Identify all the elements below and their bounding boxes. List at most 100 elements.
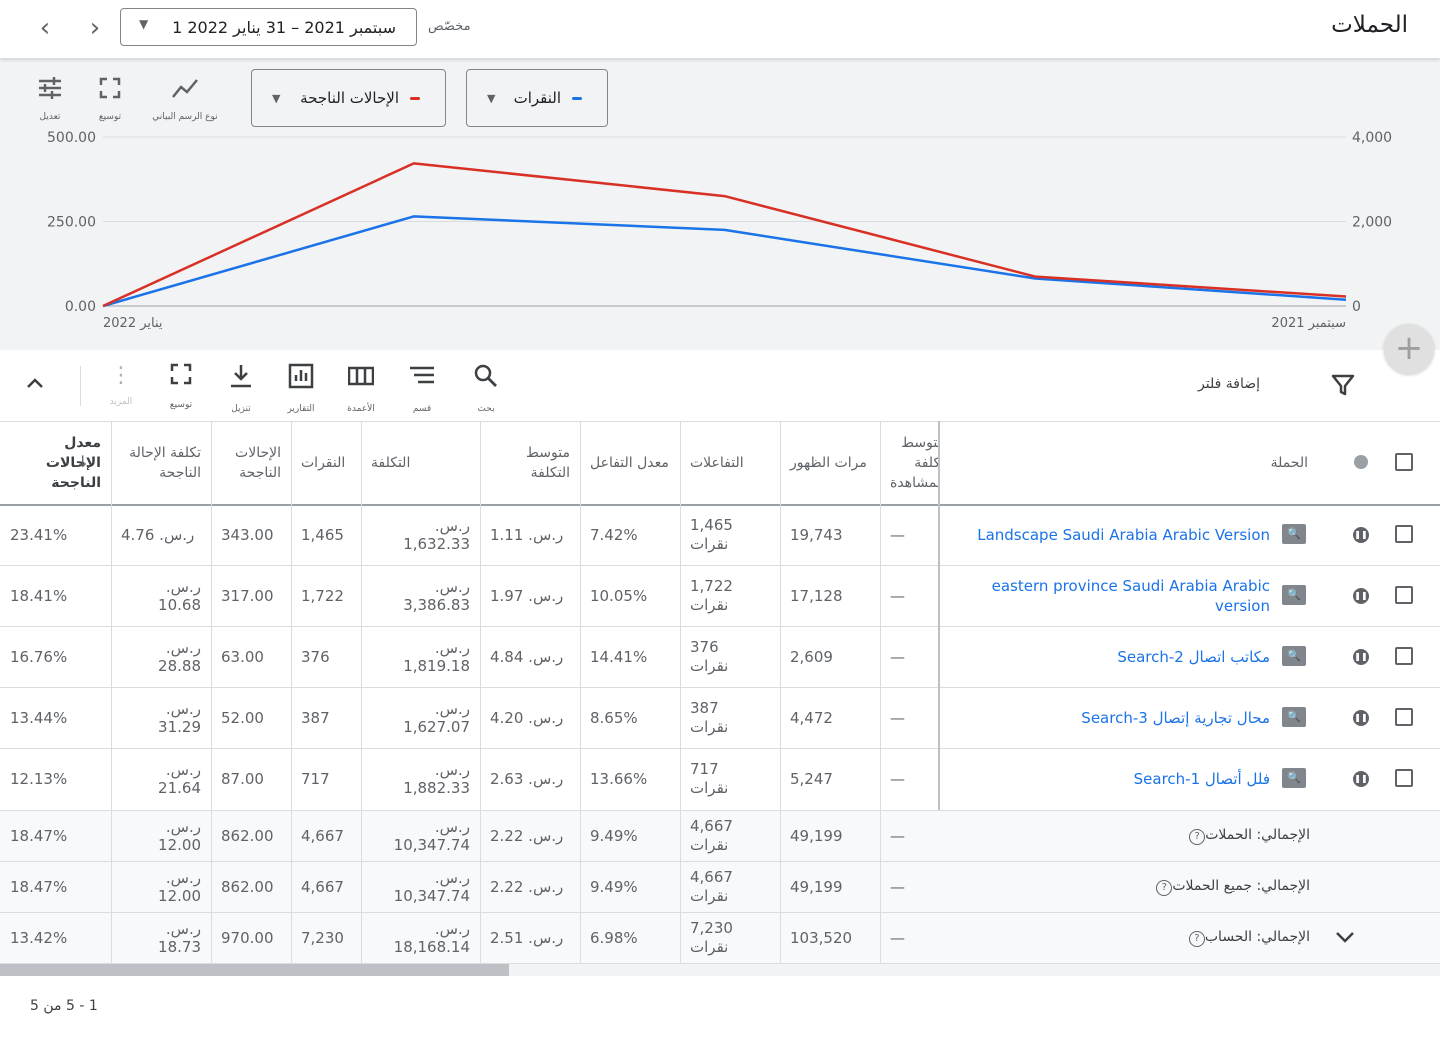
- row-5-impressions: 5,247: [790, 769, 833, 788]
- sort-descending-icon[interactable]: ↓: [76, 452, 89, 471]
- expand-more-icon[interactable]: [1334, 926, 1356, 952]
- row-3-conversions: 63.00: [221, 647, 264, 666]
- column-header-clicks[interactable]: النقرات: [291, 421, 361, 504]
- totals-row-2-clicks: 4,667: [301, 877, 344, 896]
- campaign-name-link[interactable]: Search-3 محال تجارية إتصال: [958, 687, 1270, 748]
- date-range-picker[interactable]: ▼ 1 سبتمبر 2021 – 31 يناير 2022: [120, 8, 417, 46]
- row-2-interactions: 1,722 نقرات: [680, 565, 780, 626]
- search-campaign-icon: 🔍: [1282, 524, 1306, 544]
- expand-table-button[interactable]: توسيع: [156, 363, 206, 410]
- campaign-name[interactable]: Search-1 فلل أتصال: [1134, 769, 1270, 789]
- row-checkbox[interactable]: [1395, 525, 1413, 543]
- campaign-name[interactable]: Search-2 مكاتب اتصال: [1117, 647, 1270, 667]
- row-2-cost-per-conv: ر.س. 10.68: [158, 577, 201, 614]
- pagination-text: 1 - 5 من 5: [30, 998, 98, 1014]
- right-axis-tick-label: 2,000: [1352, 215, 1392, 231]
- columns-button[interactable]: الأعمدة: [336, 363, 386, 414]
- add-button[interactable]: +: [1384, 324, 1434, 374]
- column-header-conversions[interactable]: الإحالات الناجحة: [211, 421, 291, 504]
- horizontal-scrollbar[interactable]: [0, 964, 509, 976]
- download-label: تنزيل: [231, 404, 251, 414]
- column-header-interaction-rate[interactable]: معدل التفاعل: [580, 421, 680, 504]
- totals-row-1-clicks: 4,667: [301, 826, 344, 845]
- segment-button[interactable]: قسم: [397, 363, 447, 414]
- row-checkbox[interactable]: [1395, 586, 1413, 604]
- more-button[interactable]: ⋮ المزيد: [96, 363, 146, 407]
- campaign-name-link[interactable]: Landscape Saudi Arabia Arabic Version: [958, 504, 1270, 565]
- totals-row-1-conversions: 862.00: [221, 826, 274, 845]
- totals-row-1-conv-rate: 18.47%: [10, 826, 68, 845]
- row-checkbox[interactable]: [1395, 708, 1413, 726]
- interactions-unit: نقرات: [690, 717, 729, 736]
- totals-row-2-impressions: 49,199: [790, 877, 843, 896]
- row-2-cost: ر.س. 3,386.83: [403, 577, 470, 614]
- chevron-right-icon[interactable]: ›: [80, 14, 110, 44]
- column-divider: [780, 421, 781, 963]
- top-bar: الحملات ‹ › ▼ 1 سبتمبر 2021 – 31 يناير 2…: [0, 0, 1440, 59]
- expand-icon: [156, 363, 206, 392]
- row-checkbox[interactable]: [1395, 647, 1413, 665]
- campaign-name-link[interactable]: Search-2 مكاتب اتصال: [958, 626, 1270, 687]
- row-divider: [0, 861, 1440, 862]
- column-header-campaign[interactable]: الحملة: [938, 421, 1318, 504]
- collapse-icon[interactable]: [24, 372, 46, 398]
- add-filter-link[interactable]: إضافة فلتر: [1180, 376, 1260, 392]
- interactions-value: 4,667: [690, 867, 733, 886]
- left-axis-tick-label: 250.00: [47, 215, 96, 231]
- toolbar-divider: [80, 366, 81, 406]
- column-header-conv-rate[interactable]: معدل الإحالات الناجحة: [0, 421, 111, 504]
- search-button[interactable]: بحث: [461, 363, 511, 414]
- campaign-name[interactable]: eastern province Saudi Arabia Arabic ver…: [958, 576, 1270, 616]
- row-1-interaction-rate: 7.42%: [590, 525, 638, 544]
- totals-label-text: الإجمالي: الحساب: [1204, 929, 1310, 945]
- column-header-cost-per-conv[interactable]: تكلفة الإحالة الناجحة: [111, 421, 211, 504]
- row-1-interactions: 1,465 نقرات: [680, 504, 780, 565]
- campaign-name[interactable]: Landscape Saudi Arabia Arabic Version: [977, 525, 1270, 545]
- totals-row-3-conversions: 970.00: [221, 928, 274, 947]
- totals-row-3-clicks: 7,230: [301, 928, 344, 947]
- campaign-name-link[interactable]: Search-1 فلل أتصال: [958, 748, 1270, 809]
- totals-row-2-avg-cost: ر.س. 2.22: [490, 877, 564, 896]
- totals-row-1-interactions: 4,667 نقرات: [680, 810, 780, 861]
- totals-row-2-interactions: 4,667 نقرات: [680, 861, 780, 912]
- column-divider: [580, 421, 581, 963]
- series-line-clicks: [102, 215, 1347, 308]
- chevron-left-icon[interactable]: ‹: [30, 14, 60, 44]
- row-3-avg-cost: ر.س. 4.84: [490, 647, 564, 666]
- row-divider: [0, 748, 1440, 749]
- reports-button[interactable]: التقارير: [276, 363, 326, 414]
- expand-table-label: توسيع: [169, 400, 193, 410]
- totals-row-2-cost: ر.س. 10,347.74: [393, 868, 470, 905]
- search-campaign-icon: 🔍: [1282, 707, 1306, 727]
- interactions-unit: نقرات: [690, 886, 729, 905]
- column-divider: [680, 421, 681, 963]
- campaign-name[interactable]: Search-3 محال تجارية إتصال: [1081, 708, 1270, 728]
- row-1-conv-rate: 23.41%: [10, 525, 68, 544]
- campaign-name-link[interactable]: eastern province Saudi Arabia Arabic ver…: [958, 565, 1270, 626]
- right-axis-tick-label: 0: [1352, 299, 1361, 315]
- interactions-unit: نقرات: [690, 534, 729, 553]
- column-header-interactions[interactable]: التفاعلات: [680, 421, 780, 504]
- row-1-impressions: 19,743: [790, 525, 843, 544]
- row-checkbox[interactable]: [1395, 769, 1413, 787]
- download-button[interactable]: تنزيل: [216, 363, 266, 414]
- interactions-unit: نقرات: [690, 595, 729, 614]
- help-icon[interactable]: ?: [1189, 829, 1206, 845]
- column-header-avg-cost[interactable]: متوسط التكلفة: [480, 421, 580, 504]
- paused-status-icon: ❚❚: [1353, 527, 1369, 543]
- column-header-cost[interactable]: التكلفة: [361, 421, 480, 504]
- interactions-unit: نقرات: [690, 656, 729, 675]
- help-icon[interactable]: ?: [1188, 931, 1205, 947]
- interactions-unit: نقرات: [690, 835, 729, 854]
- help-icon[interactable]: ?: [1156, 880, 1173, 896]
- row-4-conv-rate: 13.44%: [10, 708, 68, 727]
- select-all-checkbox[interactable]: [1395, 453, 1413, 471]
- row-5-cost: ر.س. 1,882.33: [403, 760, 470, 797]
- row-4-cost-per-conv: ر.س. 31.29: [158, 699, 201, 736]
- totals-row-3-conv-rate: 13.42%: [10, 928, 68, 947]
- totals-row-3-cost: ر.س. 18,168.14: [393, 919, 470, 956]
- column-header-view-cost[interactable]: متوسط تكلفة المشاهدة: [880, 421, 938, 504]
- filter-icon[interactable]: [1330, 372, 1356, 402]
- column-divider: [880, 421, 881, 963]
- column-header-impressions[interactable]: مرات الظهور: [780, 421, 880, 504]
